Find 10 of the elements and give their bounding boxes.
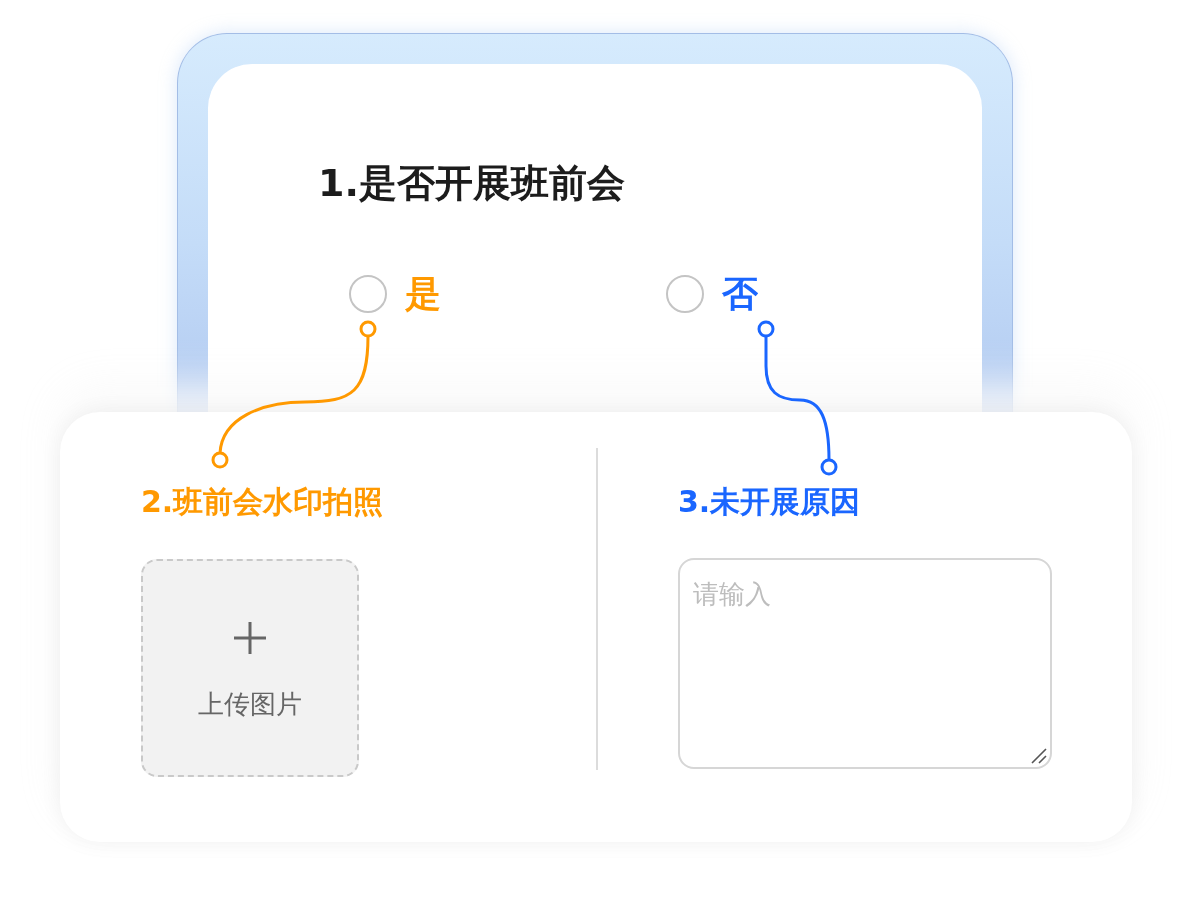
section-title: 3.未开展原因	[678, 483, 862, 521]
option-label[interactable]: 否	[721, 273, 758, 315]
radio-button[interactable]	[349, 275, 387, 313]
question-title: 1.是否开展班前会	[318, 160, 626, 207]
plus-icon	[234, 622, 266, 654]
resize-handle-icon[interactable]	[1031, 748, 1047, 764]
upload-button[interactable]: 上传图片	[141, 559, 359, 777]
text-area[interactable]: 请输入	[678, 558, 1052, 769]
section-title: 2.班前会水印拍照	[141, 483, 385, 521]
radio-button[interactable]	[665, 275, 704, 313]
